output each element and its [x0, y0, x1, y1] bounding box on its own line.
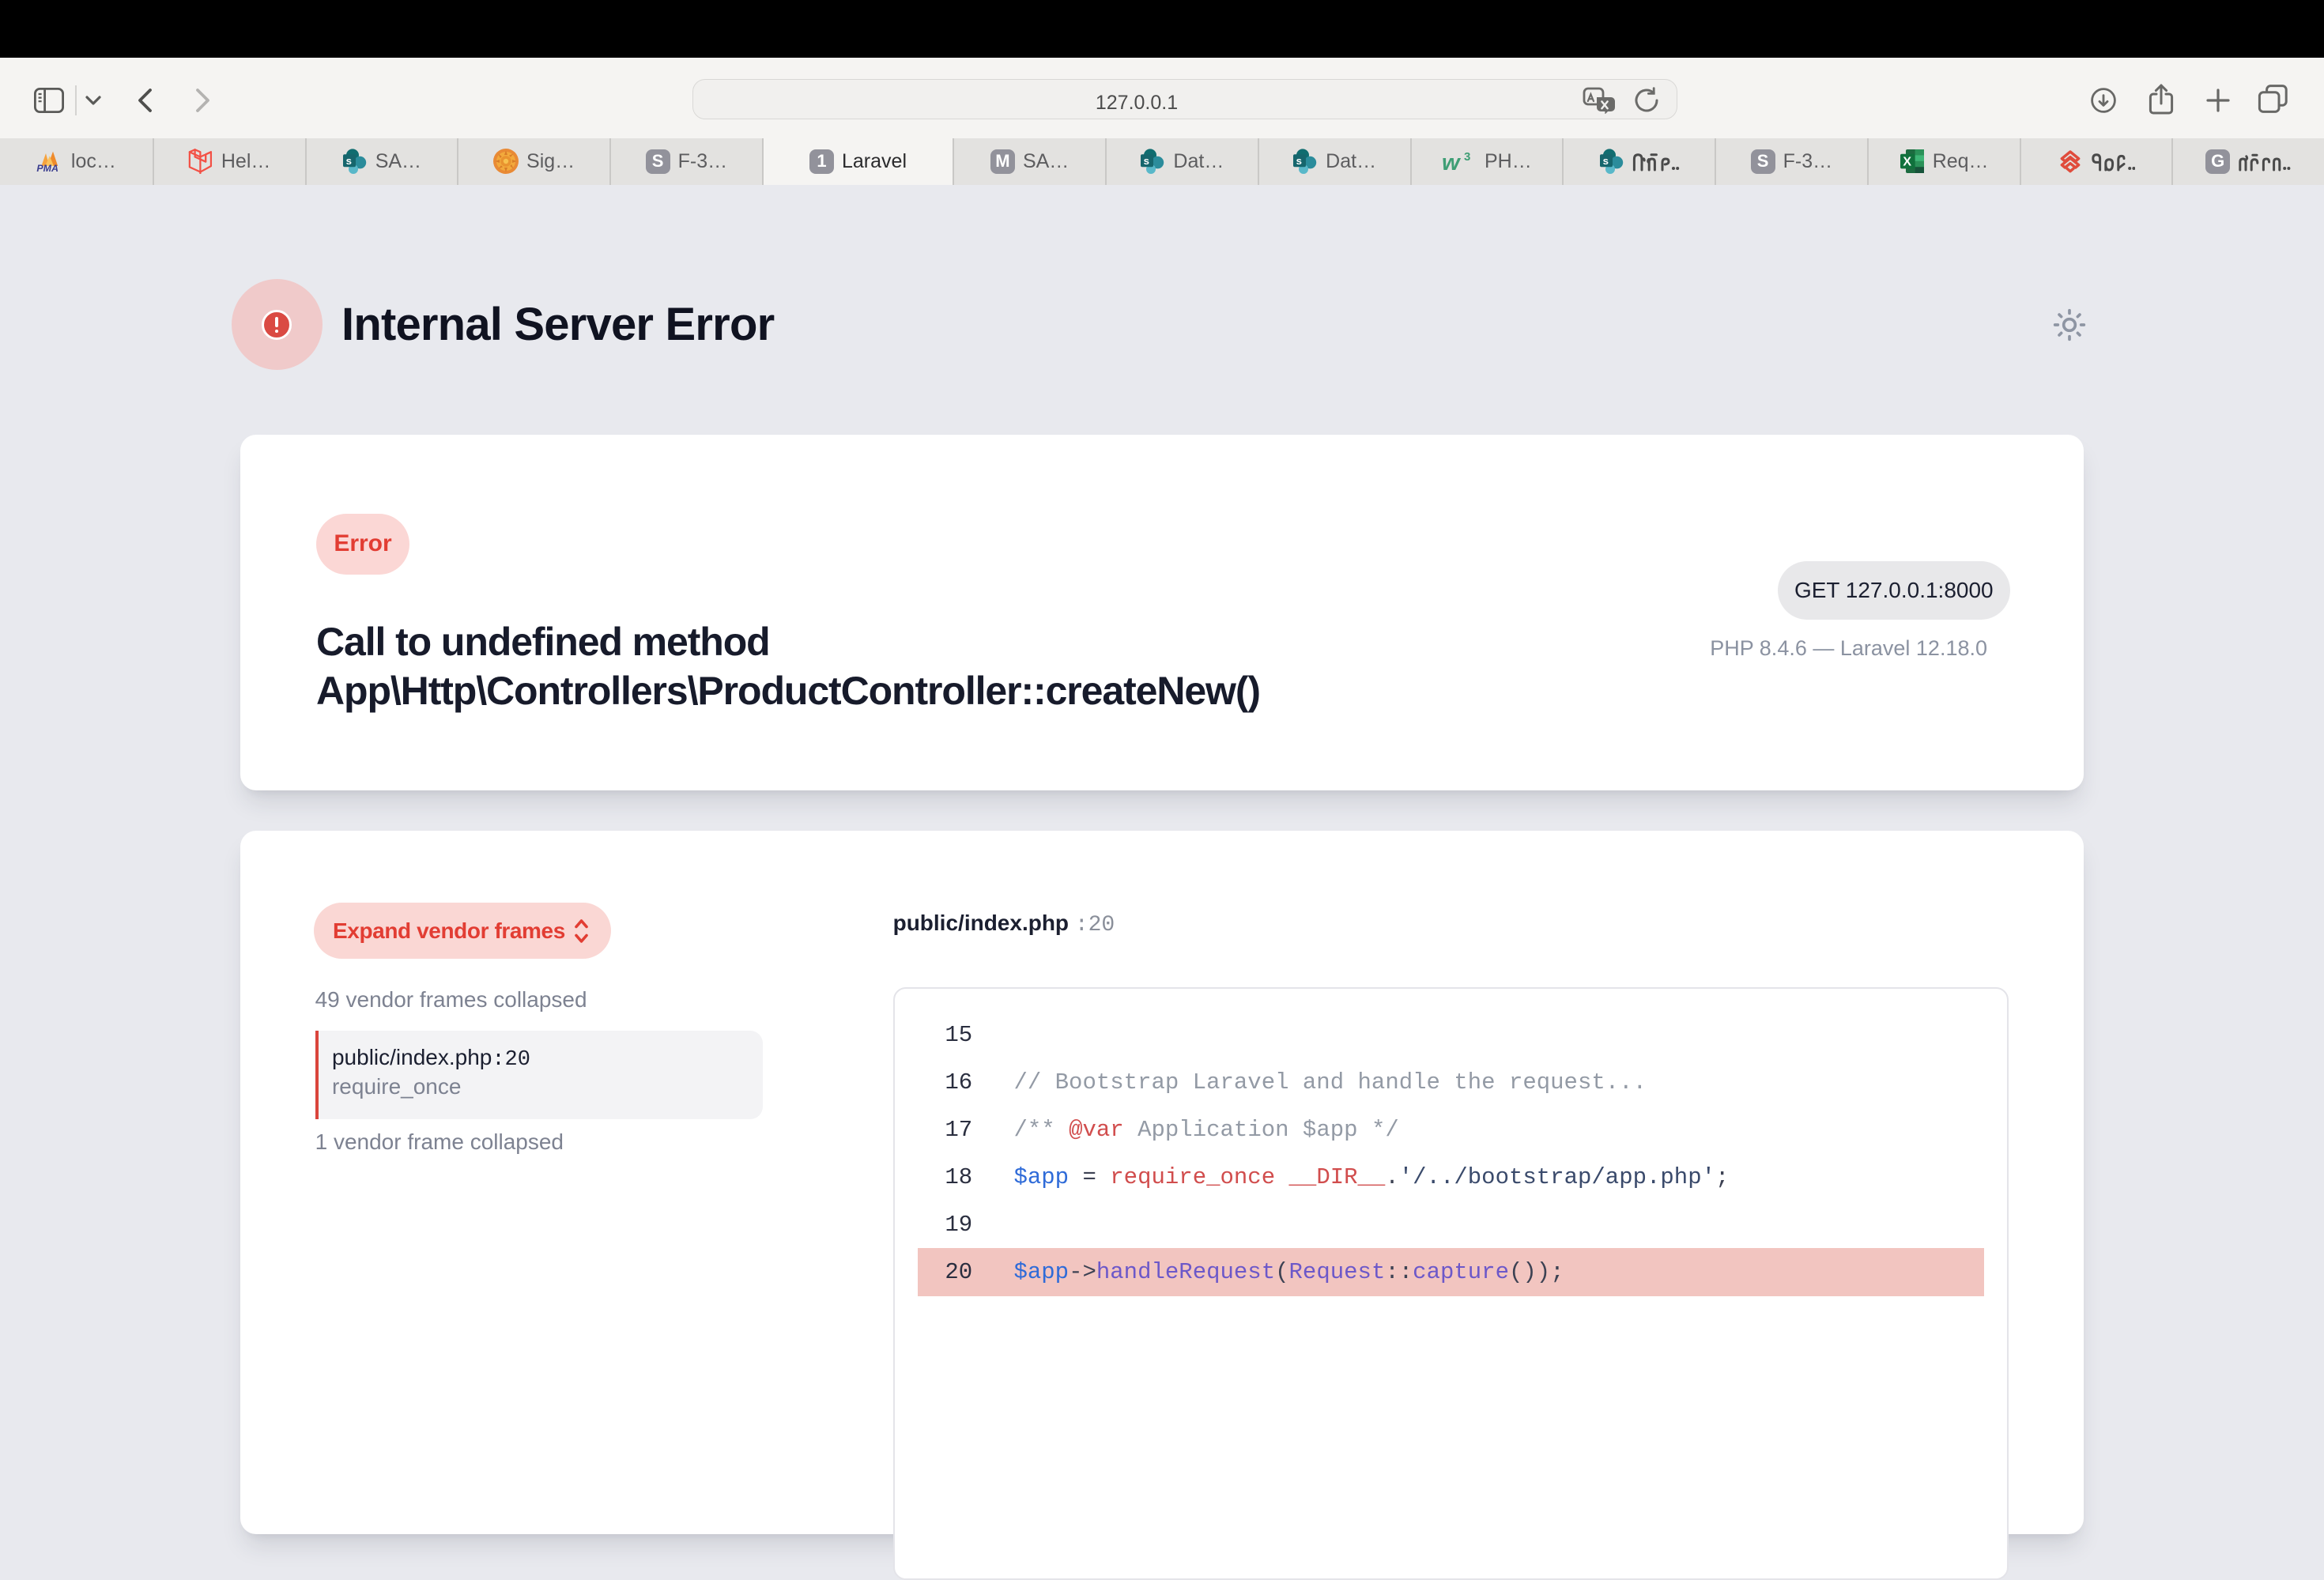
svg-text:X: X	[1903, 156, 1911, 169]
svg-text:s: s	[1296, 155, 1302, 167]
svg-text:s: s	[1602, 155, 1608, 167]
svg-text:3: 3	[1464, 150, 1470, 164]
svg-text:PMA: PMA	[36, 163, 58, 172]
svg-text:s: s	[345, 155, 351, 167]
svg-text:s: s	[1144, 155, 1149, 167]
svg-text:w: w	[1442, 150, 1462, 173]
